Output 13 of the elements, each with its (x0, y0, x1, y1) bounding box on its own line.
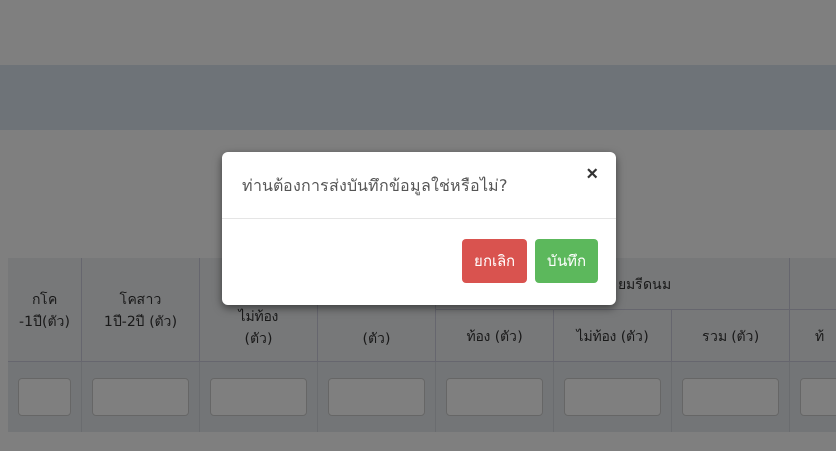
dialog-message: ท่านต้องการส่งบันทึกข้อมูลใช่หรือไม่? (242, 174, 508, 198)
number-input[interactable] (328, 378, 425, 416)
confirm-button[interactable]: บันทึก (535, 239, 598, 283)
close-button[interactable]: × (582, 164, 602, 184)
cancel-button[interactable]: ยกเลิก (462, 239, 527, 283)
number-input[interactable] (446, 378, 543, 416)
number-input[interactable] (18, 378, 71, 416)
number-input[interactable] (682, 378, 779, 416)
column-group-header: ยมรีดนม (618, 276, 671, 294)
number-input[interactable] (210, 378, 307, 416)
number-input[interactable] (564, 378, 661, 416)
number-input[interactable] (92, 378, 189, 416)
number-input[interactable] (800, 378, 836, 416)
